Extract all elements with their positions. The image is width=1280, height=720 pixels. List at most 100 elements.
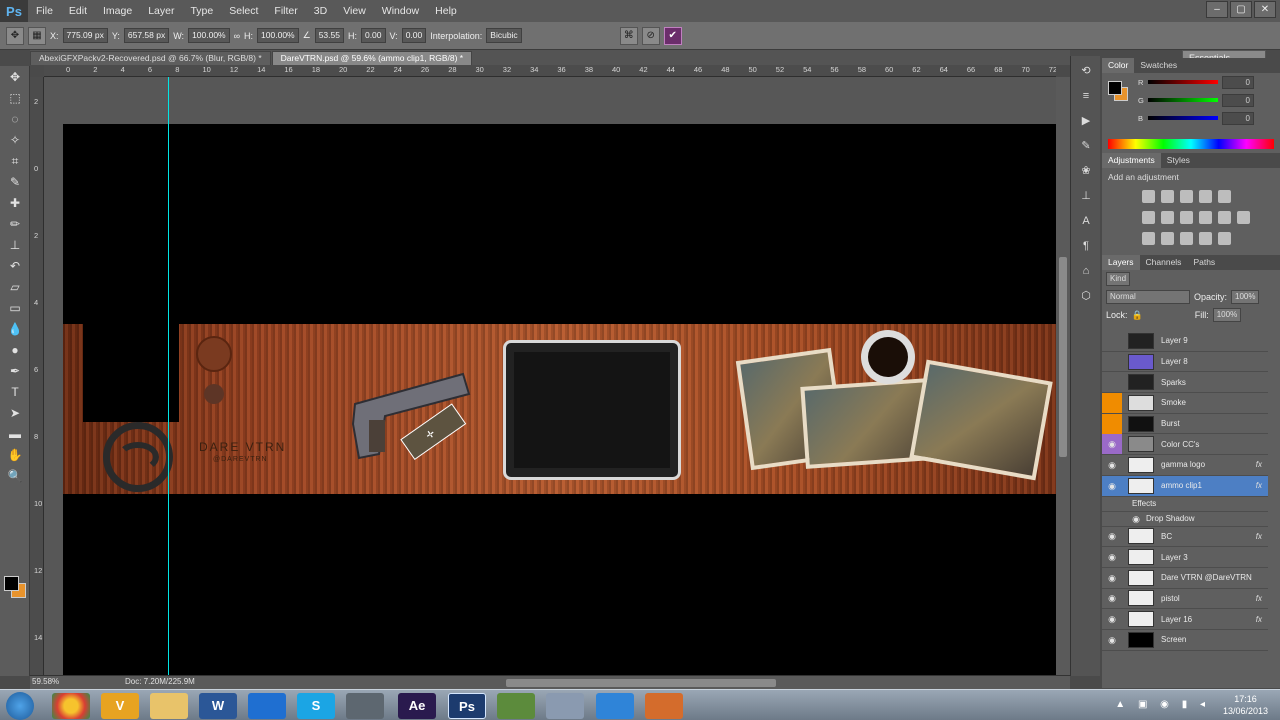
channel-mixer-icon[interactable] xyxy=(1218,211,1231,224)
menu-type[interactable]: Type xyxy=(182,0,221,22)
gradient-map-icon[interactable] xyxy=(1218,232,1231,245)
clone-source-icon[interactable]: ⊥ xyxy=(1075,186,1097,206)
layer-row[interactable]: ◉ BC fx xyxy=(1102,527,1268,548)
green-bar[interactable] xyxy=(1148,98,1218,102)
menu-image[interactable]: Image xyxy=(95,0,140,22)
itunes-icon[interactable] xyxy=(596,693,634,719)
layer-row[interactable]: ◉ Drop Shadow xyxy=(1102,512,1268,527)
crop-tool-icon[interactable]: ⌗ xyxy=(4,152,26,171)
menu-filter[interactable]: Filter xyxy=(266,0,305,22)
hue-saturation-icon[interactable] xyxy=(1142,211,1155,224)
layer-row[interactable]: ◉ Color CC's xyxy=(1102,434,1268,456)
angle-field[interactable]: 53.55 xyxy=(314,28,344,43)
eyedropper-icon[interactable]: ✎ xyxy=(4,173,26,192)
commit-transform-icon[interactable]: ✔ xyxy=(663,26,682,45)
pen-tool-icon[interactable]: ✒ xyxy=(4,362,26,381)
red-slider[interactable]: R 0 xyxy=(1102,73,1280,91)
h-skew-field[interactable]: 0.00 xyxy=(360,28,386,43)
curves-icon[interactable] xyxy=(1180,190,1193,203)
layer-row[interactable]: Burst xyxy=(1102,413,1268,435)
actions-icon[interactable]: ▶ xyxy=(1075,111,1097,131)
minimize-button[interactable]: – xyxy=(1206,1,1228,18)
layer-row[interactable]: ◉ gamma logo fx xyxy=(1102,455,1268,476)
posterize-icon[interactable] xyxy=(1161,232,1174,245)
menu-view[interactable]: View xyxy=(335,0,374,22)
layer-row[interactable]: ◉ Dare VTRN @DareVTRN xyxy=(1102,568,1268,589)
tab-abexi[interactable]: AbexiGFXPackv2-Recovered.psd @ 66.7% (Bl… xyxy=(30,51,271,65)
horizontal-scrollbar[interactable] xyxy=(506,679,776,687)
layer-row[interactable]: Layer 9 xyxy=(1102,331,1268,352)
system-tray[interactable]: ▲ ▣ ◉ ▮ ◂ xyxy=(1115,699,1210,710)
levels-icon[interactable] xyxy=(1161,190,1174,203)
word-icon[interactable]: W xyxy=(199,693,237,719)
photoshop-taskbar-icon[interactable]: Ps xyxy=(448,693,486,719)
vlc-icon[interactable]: V xyxy=(101,693,139,719)
eye-icon[interactable]: ◉ xyxy=(1102,526,1122,546)
blue-slider[interactable]: B 0 xyxy=(1102,109,1280,127)
fx-icon[interactable]: fx xyxy=(1256,532,1262,541)
window-icon[interactable] xyxy=(546,693,584,719)
eye-icon[interactable] xyxy=(1102,392,1122,413)
eraser-icon[interactable]: ▱ xyxy=(4,278,26,297)
color-balance-icon[interactable] xyxy=(1161,211,1174,224)
after-effects-icon[interactable]: Ae xyxy=(398,693,436,719)
magic-wand-icon[interactable]: ✧ xyxy=(4,131,26,150)
eye-icon[interactable]: ◉ xyxy=(1102,630,1122,650)
cancel-transform-icon[interactable]: ⊘ xyxy=(641,26,660,45)
v-skew-field[interactable]: 0.00 xyxy=(401,28,427,43)
skype-icon[interactable]: S xyxy=(297,693,335,719)
menu-layer[interactable]: Layer xyxy=(140,0,182,22)
eye-icon[interactable]: ◉ xyxy=(1102,434,1122,455)
tab-color[interactable]: Color xyxy=(1102,58,1135,73)
selective-color-icon[interactable] xyxy=(1199,232,1212,245)
eye-icon[interactable] xyxy=(1102,331,1122,351)
fx-icon[interactable]: fx xyxy=(1256,460,1262,469)
eye-icon[interactable]: ◉ xyxy=(1102,568,1122,588)
width-field[interactable]: 100.00% xyxy=(188,28,230,43)
marquee-tool-icon[interactable]: ⬚ xyxy=(4,89,26,108)
fx-icon[interactable]: fx xyxy=(1256,481,1262,490)
photo-filter-icon[interactable] xyxy=(1199,211,1212,224)
link-icon[interactable]: ∞ xyxy=(234,31,240,41)
color-fg-swatch[interactable] xyxy=(1108,81,1122,95)
menu-file[interactable]: File xyxy=(28,0,61,22)
maximize-button[interactable]: ▢ xyxy=(1230,1,1252,18)
move-tool-icon[interactable]: ✥ xyxy=(6,26,24,45)
eye-icon[interactable]: ◉ xyxy=(1102,609,1122,629)
gradient-tool-icon[interactable]: ▭ xyxy=(4,299,26,318)
hand-tool-icon[interactable]: ✋ xyxy=(4,446,26,465)
brush-panel-icon[interactable]: ❀ xyxy=(1075,161,1097,181)
menu-help[interactable]: Help xyxy=(427,0,465,22)
layer-row[interactable]: ◉ Screen xyxy=(1102,630,1268,651)
clock[interactable]: 17:16 13/06/2013 xyxy=(1223,693,1268,717)
warp-icon[interactable]: ⌘ xyxy=(619,26,638,45)
layer-row[interactable]: ◉ Layer 3 xyxy=(1102,547,1268,568)
eye-icon[interactable]: ◉ xyxy=(1126,509,1146,529)
vertical-scrollbar[interactable] xyxy=(1059,257,1067,457)
tab-channels[interactable]: Channels xyxy=(1140,255,1188,270)
clone-stamp-icon[interactable]: ⊥ xyxy=(4,236,26,255)
eye-icon[interactable]: ◉ xyxy=(1102,547,1122,567)
eye-icon[interactable]: ◉ xyxy=(1102,455,1122,475)
invert-icon[interactable] xyxy=(1142,232,1155,245)
menu-3d[interactable]: 3D xyxy=(306,0,335,22)
exposure-icon[interactable] xyxy=(1199,190,1212,203)
eye-icon[interactable] xyxy=(1102,372,1122,392)
path-select-icon[interactable]: ➤ xyxy=(4,404,26,423)
eye-icon[interactable]: ◉ xyxy=(1102,588,1122,608)
layer-row[interactable]: ◉ Layer 16 fx xyxy=(1102,609,1268,630)
close-button[interactable]: ✕ xyxy=(1254,1,1276,18)
layer-row[interactable]: ◉ pistol fx xyxy=(1102,589,1268,610)
color-spectrum[interactable] xyxy=(1108,139,1274,149)
black-white-icon[interactable] xyxy=(1180,211,1193,224)
zoom-tool-icon[interactable]: 🔍 xyxy=(4,467,26,486)
color-swatches[interactable] xyxy=(4,576,28,600)
height-field[interactable]: 100.00% xyxy=(257,28,299,43)
brush-presets-icon[interactable]: ✎ xyxy=(1075,136,1097,156)
vibrance-icon[interactable] xyxy=(1218,190,1231,203)
blur-tool-icon[interactable]: 💧 xyxy=(4,320,26,339)
move-tool-icon[interactable]: ✥ xyxy=(4,68,26,87)
history-brush-icon[interactable]: ↶ xyxy=(4,257,26,276)
shape-tool-icon[interactable]: ▬ xyxy=(4,425,26,444)
minecraft-icon[interactable] xyxy=(497,693,535,719)
